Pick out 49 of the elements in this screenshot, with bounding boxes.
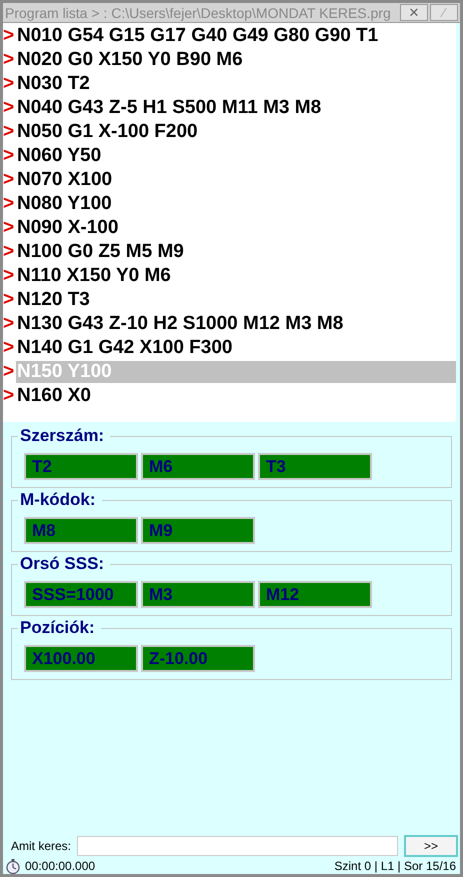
line-marker: > xyxy=(3,313,16,335)
search-label: Amit keres: xyxy=(11,839,72,853)
line-marker: > xyxy=(3,145,16,167)
value-cell: M8 xyxy=(24,517,138,544)
line-marker: > xyxy=(3,121,16,143)
value-cell: M6 xyxy=(141,453,255,480)
value-cell: M3 xyxy=(141,581,255,608)
program-line[interactable]: N080 Y100 xyxy=(16,193,456,215)
line-marker: > xyxy=(3,217,16,239)
program-line[interactable]: N060 Y50 xyxy=(16,145,456,167)
program-line[interactable]: N050 G1 X-100 F200 xyxy=(16,121,456,143)
program-line[interactable]: N160 X0 xyxy=(16,385,456,407)
program-line[interactable]: N020 G0 X150 Y0 B90 M6 xyxy=(16,49,456,71)
line-marker: > xyxy=(3,49,16,71)
line-marker: > xyxy=(3,385,16,407)
value-cell: T3 xyxy=(258,453,372,480)
value-cell: M9 xyxy=(141,517,255,544)
line-marker: > xyxy=(3,169,16,191)
line-marker: > xyxy=(3,73,16,95)
value-cell: T2 xyxy=(24,453,138,480)
program-line[interactable]: N110 X150 Y0 M6 xyxy=(16,265,456,287)
program-line[interactable]: N120 T3 xyxy=(16,289,456,311)
search-field[interactable] xyxy=(77,836,398,856)
line-marker: > xyxy=(3,265,16,287)
line-marker: > xyxy=(3,97,16,119)
line-marker: > xyxy=(3,337,16,359)
value-cell: Z-10.00 xyxy=(141,645,255,672)
program-line[interactable]: N140 G1 G42 X100 F300 xyxy=(16,337,456,359)
program-line[interactable]: N040 G43 Z-5 H1 S500 M11 M3 M8 xyxy=(16,97,456,119)
timer-text: 00:00:00.000 xyxy=(25,858,96,872)
line-marker: > xyxy=(3,289,16,311)
close-button[interactable]: ✕ xyxy=(400,4,428,21)
value-cell: M12 xyxy=(258,581,372,608)
line-marker: > xyxy=(3,193,16,215)
value-cell: X100.00 xyxy=(24,645,138,672)
program-line[interactable]: N010 G54 G15 G17 G40 G49 G80 G90 T1 xyxy=(16,25,456,47)
line-marker: > xyxy=(3,25,16,47)
search-button[interactable]: >> xyxy=(404,835,458,857)
position-text: Szint 0 | L1 | Sor 15/16 xyxy=(334,858,456,872)
line-marker: > xyxy=(3,361,16,383)
line-marker: > xyxy=(3,241,16,263)
program-line[interactable]: N070 X100 xyxy=(16,169,456,191)
stopwatch-icon xyxy=(5,858,21,874)
program-line[interactable]: N090 X-100 xyxy=(16,217,456,239)
program-line[interactable]: N100 G0 Z5 M5 M9 xyxy=(16,241,456,263)
program-line[interactable]: N130 G43 Z-10 H2 S1000 M12 M3 M8 xyxy=(16,313,456,335)
program-line[interactable]: N030 T2 xyxy=(16,73,456,95)
value-cell: SSS=1000 xyxy=(24,581,138,608)
window-title: Program lista > : C:\Users\fejer\Desktop\MONDAT KERES.prg xyxy=(5,4,392,20)
